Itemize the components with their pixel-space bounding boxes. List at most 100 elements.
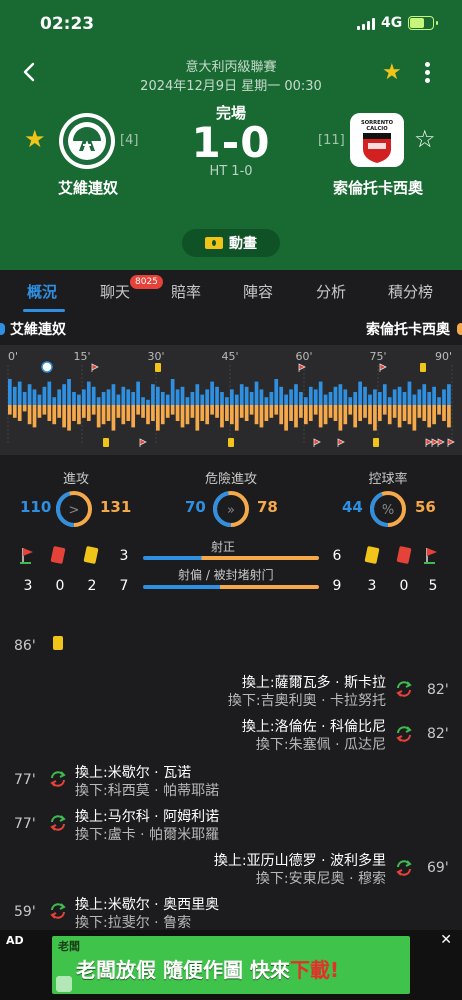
away-team-name[interactable]: 索倫托卡西奧 bbox=[320, 177, 436, 198]
away-momentum-bar bbox=[225, 405, 229, 421]
sub-in-player: 換上:亚历山德罗 · 波利多里 bbox=[213, 853, 386, 869]
sub-out-player: 換下:朱塞佩 · 瓜达尼 bbox=[255, 737, 386, 753]
tab-standings[interactable]: 積分榜 bbox=[388, 281, 433, 302]
away-rank: [11] bbox=[318, 133, 345, 148]
home-momentum-bar bbox=[230, 389, 234, 405]
away-momentum-bar bbox=[170, 405, 175, 415]
sub-in-player: 換上:薩爾瓦多 · 斯卡拉 bbox=[241, 675, 386, 691]
away-momentum-bar bbox=[318, 405, 323, 428]
home-momentum-bar bbox=[432, 386, 436, 405]
away-momentum-bar bbox=[195, 405, 200, 431]
away-momentum-bar bbox=[96, 405, 101, 428]
home-momentum-bar bbox=[378, 392, 382, 405]
home-momentum-bar bbox=[308, 386, 313, 405]
substitution-icon bbox=[396, 681, 412, 697]
away-momentum-bar bbox=[230, 405, 234, 425]
animation-label: 動畫 bbox=[229, 236, 257, 252]
shots-on-away: 6 bbox=[332, 548, 342, 564]
dangerous-attack-label: 危險進攻 bbox=[204, 472, 257, 487]
ad-banner[interactable]: 老闆 老闆放假 隨便作圖 快來下載! bbox=[52, 936, 410, 994]
home-momentum-bar bbox=[373, 389, 377, 405]
home-momentum-bar bbox=[82, 389, 86, 405]
svg-text:CALCIO: CALCIO bbox=[366, 126, 388, 132]
home-momentum-bar bbox=[52, 397, 57, 405]
minute-tick-label: 90' bbox=[435, 350, 452, 363]
tab-odds[interactable]: 賠率 bbox=[171, 281, 201, 302]
home-momentum-bar bbox=[407, 381, 412, 405]
tab-overview[interactable]: 概況 bbox=[27, 281, 57, 302]
sub-in-player: 換上:米歇尔 · 奥西里奥 bbox=[75, 897, 220, 913]
away-momentum-bar bbox=[387, 405, 392, 425]
ad-close-icon[interactable]: ✕ bbox=[440, 932, 452, 948]
home-momentum-bar bbox=[427, 392, 432, 405]
away-corner-marker bbox=[447, 438, 455, 447]
away-momentum-bar bbox=[82, 405, 86, 418]
away-momentum-bar bbox=[57, 405, 62, 418]
event-minute: 77' bbox=[14, 816, 36, 832]
home-momentum-bar bbox=[353, 392, 358, 405]
home-momentum-bar bbox=[294, 384, 298, 405]
home-corner-marker bbox=[91, 363, 99, 372]
more-options-icon[interactable] bbox=[420, 60, 434, 86]
ring-glyph: » bbox=[227, 503, 235, 518]
home-momentum-bar bbox=[91, 386, 96, 405]
home-momentum-bar bbox=[8, 379, 12, 405]
away-momentum-bar bbox=[259, 405, 264, 428]
home-momentum-bar bbox=[225, 397, 229, 405]
home-momentum-bar bbox=[151, 384, 155, 405]
home-momentum-bar bbox=[363, 386, 367, 405]
away-momentum-bar bbox=[220, 405, 224, 428]
away-momentum-bar bbox=[447, 405, 451, 428]
away-momentum-bar bbox=[111, 405, 116, 431]
away-momentum-bar bbox=[185, 405, 190, 425]
home-momentum-bar bbox=[259, 389, 264, 405]
home-corner-flag-icon bbox=[20, 548, 33, 564]
home-corner-marker bbox=[379, 363, 387, 372]
animation-button[interactable]: 動畫 bbox=[182, 229, 280, 257]
away-momentum-bar bbox=[52, 405, 57, 425]
away-momentum-bar bbox=[308, 405, 313, 421]
away-momentum-bar bbox=[91, 405, 96, 415]
away-momentum-bar bbox=[67, 405, 71, 431]
home-team-name[interactable]: 艾維連奴 bbox=[38, 177, 138, 198]
favorite-match-star-icon[interactable]: ★ bbox=[382, 62, 402, 84]
home-momentum-bar bbox=[205, 389, 210, 405]
away-yellow-count: 3 bbox=[367, 578, 377, 594]
home-momentum-bar bbox=[121, 386, 126, 405]
ad-tag: AD bbox=[6, 934, 24, 947]
home-momentum-bar bbox=[32, 389, 37, 405]
tab-lineup[interactable]: 陣容 bbox=[243, 281, 273, 302]
home-momentum-bar bbox=[96, 397, 101, 405]
home-momentum-bar bbox=[368, 394, 372, 405]
away-yellow-marker bbox=[103, 438, 109, 447]
substitution-icon bbox=[396, 860, 412, 876]
away-momentum-bar bbox=[37, 405, 42, 418]
minute-tick-label: 15' bbox=[73, 350, 90, 363]
away-favorite-star-icon[interactable]: ☆ bbox=[414, 127, 436, 151]
home-momentum-bar bbox=[131, 392, 136, 405]
away-momentum-bar bbox=[106, 405, 111, 421]
home-momentum-bar bbox=[210, 381, 214, 405]
home-momentum-bar bbox=[77, 394, 81, 405]
home-momentum-bar bbox=[397, 386, 402, 405]
home-momentum-bar bbox=[141, 397, 145, 405]
shots-off-away: 9 bbox=[332, 578, 342, 594]
home-momentum-bar bbox=[215, 386, 219, 405]
away-momentum-bar bbox=[22, 405, 27, 412]
away-red-count: 0 bbox=[399, 578, 409, 594]
network-label: 4G bbox=[381, 15, 403, 31]
away-momentum-bar bbox=[397, 405, 402, 428]
home-momentum-bar bbox=[417, 389, 422, 405]
event-minute: 82' bbox=[427, 682, 449, 698]
sub-in-player: 換上:马尔科 · 阿姆利诺 bbox=[75, 809, 220, 825]
tab-chat[interactable]: 聊天 bbox=[100, 281, 130, 302]
away-momentum-bar bbox=[77, 405, 81, 425]
home-momentum-bar bbox=[126, 389, 131, 405]
home-yellow-marker bbox=[420, 363, 426, 372]
away-corner-flag-icon bbox=[424, 548, 437, 564]
home-color-dot bbox=[0, 323, 5, 335]
tab-analysis[interactable]: 分析 bbox=[316, 281, 346, 302]
home-corners-count: 3 bbox=[23, 578, 33, 594]
ring-glyph: % bbox=[382, 503, 394, 518]
home-momentum-bar bbox=[284, 394, 288, 405]
